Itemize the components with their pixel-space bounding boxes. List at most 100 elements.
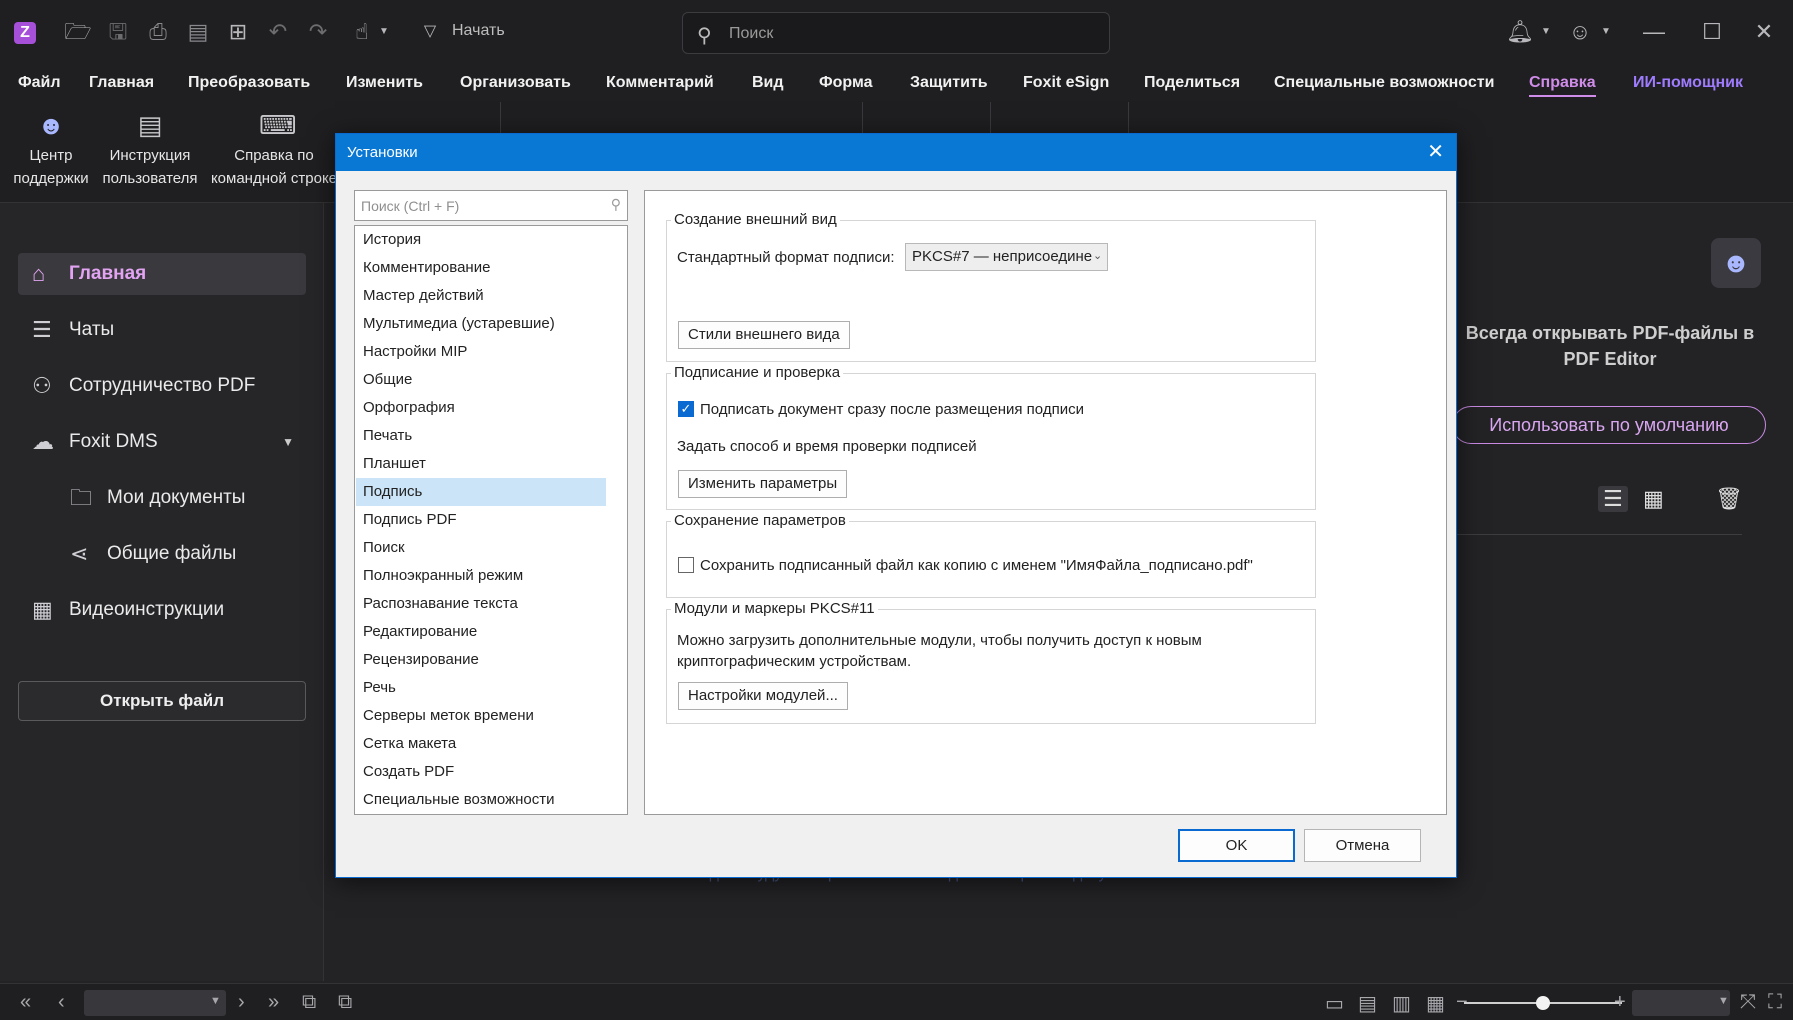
menu-esign[interactable]: Foxit eSign bbox=[1023, 74, 1109, 92]
start-chevron-icon[interactable]: ▽ bbox=[416, 18, 444, 46]
category-item[interactable]: Орфография bbox=[356, 394, 606, 422]
category-item[interactable]: Распознавание текста bbox=[356, 590, 606, 618]
menu-view[interactable]: Вид bbox=[752, 74, 784, 92]
category-item[interactable]: Полноэкранный режим bbox=[356, 562, 606, 590]
category-item[interactable]: Создать PDF bbox=[356, 758, 606, 786]
sidebar-item-collaboration[interactable]: ⚇ Сотрудничество PDF bbox=[18, 365, 306, 407]
start-button[interactable]: Начать bbox=[452, 22, 505, 40]
bell-chevron-icon[interactable]: ▼ bbox=[1532, 18, 1560, 46]
sidebar-item-video-tutorials[interactable]: ▦ Видеоинструкции bbox=[18, 589, 306, 631]
bell-icon[interactable]: 🔔︎ bbox=[1506, 18, 1534, 46]
preferences-search-input[interactable]: Поиск (Ctrl + F) ⚲ bbox=[354, 190, 628, 221]
global-search-input[interactable]: ⚲ Поиск bbox=[682, 12, 1110, 54]
export-icon[interactable]: ▤ bbox=[184, 18, 212, 46]
category-item[interactable]: Поиск bbox=[356, 534, 606, 562]
dialog-close-icon[interactable]: ✕ bbox=[1427, 134, 1444, 171]
zoom-slider-handle[interactable] bbox=[1536, 996, 1550, 1010]
menu-form[interactable]: Форма bbox=[819, 74, 873, 92]
category-item[interactable]: Печать bbox=[356, 422, 606, 450]
category-item[interactable]: Речь bbox=[356, 674, 606, 702]
category-item[interactable]: История bbox=[356, 226, 606, 254]
menu-edit[interactable]: Изменить bbox=[346, 74, 423, 92]
command-line-help-button[interactable]: ⌨ Справка по командной строке bbox=[206, 110, 342, 190]
ok-button[interactable]: OK bbox=[1178, 829, 1295, 862]
menu-share[interactable]: Поделиться bbox=[1144, 74, 1240, 92]
minimize-icon[interactable]: — bbox=[1640, 18, 1668, 46]
signature-format-select[interactable]: PKCS#7 — неприсоедине bbox=[905, 243, 1108, 271]
page-number-input[interactable] bbox=[84, 990, 226, 1016]
chevron-down-icon[interactable]: ▼ bbox=[370, 18, 398, 46]
print-icon[interactable]: ⎙ bbox=[144, 18, 172, 46]
zoom-in-icon[interactable]: + bbox=[1614, 991, 1626, 1014]
sidebar-item-shared-files[interactable]: ⋖ Общие файлы bbox=[18, 533, 306, 575]
zoom-level-input[interactable] bbox=[1632, 990, 1730, 1016]
category-item[interactable]: Редактирование bbox=[356, 618, 606, 646]
preferences-dialog: Установки ✕ Поиск (Ctrl + F) ⚲ История К… bbox=[335, 133, 1457, 878]
save-copy-checkbox[interactable] bbox=[678, 557, 694, 573]
open-folder-icon[interactable]: 🗁 bbox=[64, 18, 92, 46]
grid-view-icon[interactable]: ▦ bbox=[1643, 486, 1664, 512]
share-icon: ⋖ bbox=[70, 541, 89, 566]
save-icon[interactable]: 🖫 bbox=[104, 18, 132, 46]
sidebar-item-home[interactable]: ⌂ Главная bbox=[18, 253, 306, 295]
delete-icon[interactable]: 🗑︎ bbox=[1715, 486, 1743, 512]
menu-file[interactable]: Файл bbox=[18, 74, 61, 92]
set-default-button[interactable]: Использовать по умолчанию bbox=[1452, 406, 1766, 444]
account-chevron-icon[interactable]: ▼ bbox=[1592, 18, 1620, 46]
menu-help[interactable]: Справка bbox=[1529, 74, 1596, 97]
category-item[interactable]: Подпись PDF bbox=[356, 506, 606, 534]
module-settings-button[interactable]: Настройки модулей... bbox=[678, 682, 848, 710]
fullscreen-icon[interactable]: ⛶ bbox=[1768, 991, 1782, 1014]
single-page-icon[interactable]: ▭ bbox=[1325, 991, 1344, 1016]
support-center-button[interactable]: ☻ Центр поддержки bbox=[8, 110, 94, 190]
category-item[interactable]: Рецензирование bbox=[356, 646, 606, 674]
continuous-icon[interactable]: ▤ bbox=[1358, 991, 1377, 1016]
next-page-icon[interactable]: › bbox=[238, 991, 245, 1014]
sidebar-item-my-documents[interactable]: 🗀 Мои документы bbox=[18, 477, 306, 519]
category-item[interactable]: Серверы меток времени bbox=[356, 702, 606, 730]
new-file-icon[interactable]: ⊞ bbox=[224, 18, 252, 46]
sidebar-item-chats[interactable]: ☰ Чаты bbox=[18, 309, 306, 351]
category-item[interactable]: Планшет bbox=[356, 450, 606, 478]
ai-assistant-icon[interactable]: ☻ bbox=[1711, 238, 1761, 288]
continuous-facing-icon[interactable]: ▦ bbox=[1426, 991, 1445, 1016]
category-item[interactable]: Сетка макета bbox=[356, 730, 606, 758]
menu-protect[interactable]: Защитить bbox=[910, 74, 988, 92]
facing-icon[interactable]: ▥ bbox=[1392, 991, 1411, 1016]
cancel-button[interactable]: Отмена bbox=[1304, 829, 1421, 862]
first-page-icon[interactable]: « bbox=[20, 991, 31, 1014]
previous-view-icon[interactable]: ⧉ bbox=[302, 991, 316, 1014]
maximize-icon[interactable]: ☐ bbox=[1698, 18, 1726, 46]
page-chevron-icon[interactable]: ▼ bbox=[210, 995, 221, 1007]
category-item[interactable]: Настройки MIP bbox=[356, 338, 606, 366]
zoom-chevron-icon[interactable]: ▼ bbox=[1718, 995, 1729, 1007]
category-item[interactable]: Общие bbox=[356, 366, 606, 394]
last-page-icon[interactable]: » bbox=[268, 991, 279, 1014]
category-item[interactable]: Комментирование bbox=[356, 254, 606, 282]
category-item[interactable]: Мультимедиа (устаревшие) bbox=[356, 310, 606, 338]
menu-home[interactable]: Главная bbox=[89, 74, 154, 92]
sidebar-item-foxit-dms[interactable]: ☁ Foxit DMS ▼ bbox=[18, 421, 306, 463]
menu-comment[interactable]: Комментарий bbox=[606, 74, 714, 92]
sign-immediately-checkbox[interactable]: ✓ bbox=[678, 401, 694, 417]
category-item[interactable]: Специальные возможности bbox=[356, 786, 606, 814]
previous-page-icon[interactable]: ‹ bbox=[58, 991, 65, 1014]
appearance-styles-button[interactable]: Стили внешнего вида bbox=[678, 321, 850, 349]
undo-icon[interactable]: ↶ bbox=[264, 18, 292, 46]
menu-accessibility[interactable]: Специальные возможности bbox=[1274, 74, 1494, 92]
redo-icon[interactable]: ↷ bbox=[304, 18, 332, 46]
menu-ai-assistant[interactable]: ИИ-помощник bbox=[1633, 74, 1743, 92]
chevron-down-icon[interactable]: ▼ bbox=[282, 421, 294, 463]
next-view-icon[interactable]: ⧉ bbox=[338, 991, 352, 1014]
category-item[interactable]: Мастер действий bbox=[356, 282, 606, 310]
account-icon[interactable]: ☺ bbox=[1566, 18, 1594, 46]
open-file-button[interactable]: Открыть файл bbox=[18, 681, 306, 721]
fit-page-icon[interactable]: ⤧ bbox=[1740, 991, 1756, 1014]
category-item-selected[interactable]: Подпись bbox=[356, 478, 606, 506]
list-view-icon[interactable]: ☰ bbox=[1598, 486, 1628, 512]
menu-organize[interactable]: Организовать bbox=[460, 74, 571, 92]
user-guide-button[interactable]: ▤ Инструкция пользователя bbox=[100, 110, 200, 190]
close-icon[interactable]: ✕ bbox=[1750, 18, 1778, 46]
change-parameters-button[interactable]: Изменить параметры bbox=[678, 470, 848, 498]
menu-convert[interactable]: Преобразовать bbox=[188, 74, 310, 92]
